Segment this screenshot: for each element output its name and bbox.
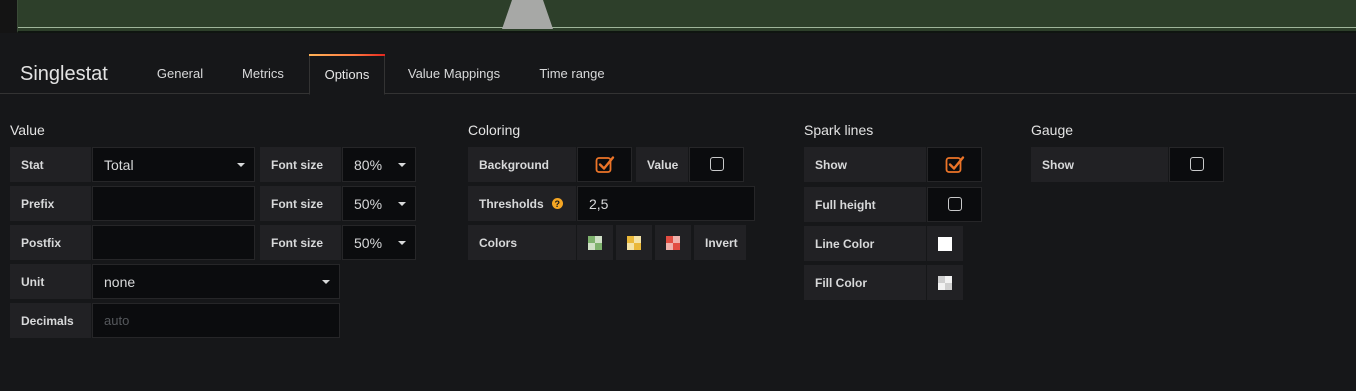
- gauge-section-title: Gauge: [1031, 122, 1074, 138]
- thresholds-label-text: Thresholds: [479, 196, 544, 211]
- chevron-down-icon: [322, 279, 330, 284]
- sparkline-show-label: Show: [804, 147, 926, 182]
- value-color-checkbox[interactable]: [689, 147, 744, 182]
- decimals-input[interactable]: auto: [92, 303, 340, 338]
- stat-select-value: Total: [104, 156, 134, 173]
- color-swatch-translucent: [938, 276, 952, 290]
- prefix-font-size-select[interactable]: 50%: [342, 186, 416, 221]
- sparkline-spike: [502, 0, 553, 29]
- unit-select[interactable]: none: [92, 264, 340, 299]
- checkbox-checked-icon: [595, 156, 615, 173]
- prefix-input[interactable]: [92, 186, 255, 221]
- font-size-label: Font size: [260, 147, 341, 182]
- font-size-label: Font size: [260, 225, 341, 260]
- tab-time-range[interactable]: Time range: [526, 54, 618, 94]
- chevron-down-icon: [398, 201, 406, 206]
- color-swatch-green: [588, 236, 602, 250]
- tab-value-mappings[interactable]: Value Mappings: [394, 54, 514, 94]
- thresholds-label: Thresholds ?: [468, 186, 576, 221]
- chevron-down-icon: [237, 162, 245, 167]
- checkbox-empty-icon: [710, 157, 724, 171]
- tab-options[interactable]: Options: [309, 54, 385, 95]
- panel-preview: [0, 0, 1356, 33]
- spark-lines-section-title: Spark lines: [804, 122, 874, 138]
- sparkline-full-height-label: Full height: [804, 187, 926, 222]
- color-swatch-yellow: [627, 236, 641, 250]
- thresholds-input[interactable]: 2,5: [577, 186, 755, 221]
- checkbox-empty-icon: [1190, 157, 1204, 171]
- value-font-size-value: 80%: [354, 156, 383, 173]
- background-checkbox[interactable]: [577, 147, 632, 182]
- postfix-font-size-value: 50%: [354, 234, 383, 251]
- background-label: Background: [468, 147, 576, 182]
- sparkline-fill-color-label: Fill Color: [804, 265, 926, 300]
- chevron-down-icon: [398, 162, 406, 167]
- postfix-label: Postfix: [10, 225, 91, 260]
- gauge-show-label: Show: [1031, 147, 1168, 182]
- unit-label: Unit: [10, 264, 91, 299]
- chevron-down-icon: [398, 240, 406, 245]
- gauge-show-checkbox[interactable]: [1169, 147, 1224, 182]
- color-swatch-warn[interactable]: [616, 225, 652, 260]
- sparkline-line-color-picker[interactable]: [927, 226, 963, 261]
- postfix-font-size-select[interactable]: 50%: [342, 225, 416, 260]
- tab-general[interactable]: General: [144, 54, 216, 94]
- checkbox-checked-icon: [945, 156, 965, 173]
- value-font-size-select[interactable]: 80%: [342, 147, 416, 182]
- sparkline-line-color-label: Line Color: [804, 226, 926, 261]
- sparkline-show-checkbox[interactable]: [927, 147, 982, 182]
- sparkline-full-height-checkbox[interactable]: [927, 187, 982, 222]
- sparkline-fill-color-picker[interactable]: [927, 265, 963, 300]
- value-section-title: Value: [10, 122, 45, 138]
- stat-select[interactable]: Total: [92, 147, 255, 182]
- tab-metrics[interactable]: Metrics: [226, 54, 300, 94]
- color-swatch-ok[interactable]: [577, 225, 613, 260]
- invert-colors-button[interactable]: Invert: [694, 225, 746, 260]
- question-icon[interactable]: ?: [551, 198, 563, 209]
- color-swatch-red: [666, 236, 680, 250]
- color-swatch-white: [938, 237, 952, 251]
- postfix-input[interactable]: [92, 225, 255, 260]
- coloring-section-title: Coloring: [468, 122, 521, 138]
- color-swatch-critical[interactable]: [655, 225, 691, 260]
- panel-type-title: Singlestat: [20, 63, 108, 85]
- stat-label: Stat: [10, 147, 91, 182]
- prefix-label: Prefix: [10, 186, 91, 221]
- colors-label: Colors: [468, 225, 576, 260]
- font-size-label: Font size: [260, 186, 341, 221]
- decimals-label: Decimals: [10, 303, 91, 338]
- unit-select-value: none: [104, 273, 136, 290]
- value-color-label: Value: [636, 147, 688, 182]
- prefix-font-size-value: 50%: [354, 195, 383, 212]
- checkbox-empty-icon: [948, 197, 962, 211]
- editor-tabbar: Singlestat General Metrics Options Value…: [0, 54, 1356, 95]
